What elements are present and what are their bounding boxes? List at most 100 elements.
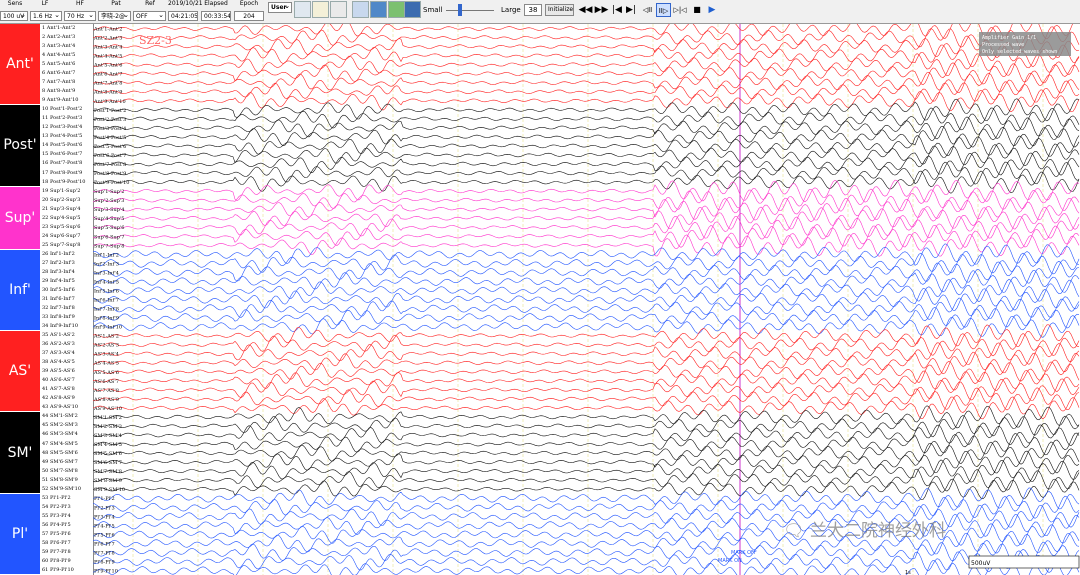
- channel-label[interactable]: 4 Ant'4-Ant'5: [42, 51, 75, 60]
- channel-label[interactable]: 35 AS'1-AS'2: [42, 331, 75, 340]
- channel-label[interactable]: 7 Ant'7-Ant'8: [42, 78, 75, 87]
- open-icon[interactable]: [294, 1, 311, 18]
- channel-label[interactable]: 28 Inf'3-Inf'4: [42, 268, 75, 277]
- channel-label[interactable]: 58 Pl'6-Pl'7: [42, 539, 71, 548]
- step-forward-button[interactable]: II▷: [656, 3, 671, 17]
- group-label-3[interactable]: Inf': [0, 249, 40, 332]
- lf-select[interactable]: 1.6 Hz: [30, 11, 62, 21]
- channel-label[interactable]: 39 AS'5-AS'6: [42, 367, 75, 376]
- channel-label[interactable]: 44 SM'1-SM'2: [42, 412, 78, 421]
- channel-label[interactable]: 49 SM'6-SM'7: [42, 458, 78, 467]
- sync-button[interactable]: ▷|◁: [673, 3, 687, 17]
- group-label-0[interactable]: Ant': [0, 24, 40, 106]
- montage-icon[interactable]: [404, 1, 421, 18]
- channel-label[interactable]: 32 Inf'7-Inf'8: [42, 304, 75, 313]
- gain-slider-track[interactable]: [446, 10, 494, 11]
- channel-label[interactable]: 18 Post'9-Post'10: [42, 178, 85, 187]
- channel-label[interactable]: 11 Post'2-Post'3: [42, 114, 82, 123]
- channel-label[interactable]: 42 AS'8-AS'9: [42, 394, 75, 403]
- channel-label[interactable]: 30 Inf'5-Inf'6: [42, 286, 75, 295]
- channel-label[interactable]: 51 SM'8-SM'9: [42, 476, 78, 485]
- ref-select[interactable]: OFF: [133, 11, 166, 21]
- channel-label[interactable]: 46 SM'3-SM'4: [42, 430, 78, 439]
- gain-value[interactable]: 38: [524, 4, 542, 16]
- channel-label[interactable]: 53 Pl'1-Pl'2: [42, 494, 71, 503]
- play-button[interactable]: ▶: [705, 3, 719, 17]
- channel-label[interactable]: 50 SM'7-SM'8: [42, 467, 78, 476]
- channel-label[interactable]: 2 Ant'2-Ant'3: [42, 33, 75, 42]
- channel-label[interactable]: 27 Inf'2-Inf'3: [42, 259, 75, 268]
- channel-label[interactable]: 54 Pl'2-Pl'3: [42, 503, 71, 512]
- channel-label[interactable]: 52 SM'9-SM'10: [42, 485, 81, 494]
- channel-label[interactable]: 57 Pl'5-Pl'6: [42, 530, 71, 539]
- channel-label[interactable]: 37 AS'3-AS'4: [42, 349, 75, 358]
- channel-label[interactable]: 60 Pl'8-Pl'9: [42, 557, 71, 566]
- channel-label[interactable]: 8 Ant'8-Ant'9: [42, 87, 75, 96]
- settings-icon[interactable]: [330, 1, 347, 18]
- channel-label[interactable]: 12 Post'3-Post'4: [42, 123, 82, 132]
- channel-label[interactable]: 61 Pl'9-Pl'10: [42, 566, 74, 575]
- group-label-4[interactable]: AS': [0, 331, 40, 413]
- channel-label[interactable]: 31 Inf'6-Inf'7: [42, 295, 75, 304]
- channel-label[interactable]: 43 AS'9-AS'10: [42, 403, 78, 412]
- channel-label[interactable]: 36 AS'2-AS'3: [42, 340, 75, 349]
- channel-label[interactable]: 55 Pl'3-Pl'4: [42, 512, 71, 521]
- channel-label[interactable]: 10 Post'1-Post'2: [42, 105, 82, 114]
- group-label-6[interactable]: Pl': [0, 493, 40, 575]
- channel-label[interactable]: 56 Pl'4-Pl'5: [42, 521, 71, 530]
- sens-select[interactable]: 100 uV: [0, 11, 28, 21]
- channel-label[interactable]: 48 SM'5-SM'6: [42, 449, 78, 458]
- user-menu[interactable]: User: [268, 2, 292, 13]
- channel-label[interactable]: 33 Inf'8-Inf'9: [42, 313, 75, 322]
- channel-label[interactable]: 38 AS'4-AS'5: [42, 358, 75, 367]
- channel-label[interactable]: 21 Sup'3-Sup'4: [42, 205, 80, 214]
- channel-label[interactable]: 9 Ant'9-Ant'10: [42, 96, 78, 105]
- group-label-2[interactable]: Sup': [0, 186, 40, 250]
- eeg-trace-area[interactable]: Ant'1-Ant'2 Ant'2-Ant'3 Ant'3-Ant'4 Ant'4-A…: [93, 24, 1080, 575]
- channel-label[interactable]: 45 SM'2-SM'3: [42, 421, 78, 430]
- initialize-button[interactable]: Initialize: [545, 4, 574, 16]
- channel-label[interactable]: 3 Ant'3-Ant'4: [42, 42, 75, 51]
- channel-label[interactable]: 41 AS'7-AS'8: [42, 385, 75, 394]
- channel-label[interactable]: 19 Sup'1-Sup'2: [42, 187, 80, 196]
- channel-label[interactable]: 24 Sup'6-Sup'7: [42, 232, 80, 241]
- channel-label[interactable]: 40 AS'6-AS'7: [42, 376, 75, 385]
- channel-label[interactable]: 22 Sup'4-Sup'5: [42, 214, 80, 223]
- stop-button[interactable]: ■: [691, 3, 703, 17]
- channel-label[interactable]: 47 SM'4-SM'5: [42, 440, 78, 449]
- channel-label[interactable]: 59 Pl'7-Pl'8: [42, 548, 71, 557]
- print-icon[interactable]: [352, 1, 369, 18]
- first-page-button[interactable]: |◀: [611, 3, 623, 17]
- channel-label[interactable]: 25 Sup'7-Sup'8: [42, 241, 80, 250]
- seizure-annotation[interactable]: SZ2-3: [139, 34, 172, 47]
- channel-label[interactable]: 5 Ant'5-Ant'6: [42, 60, 75, 69]
- channel-label[interactable]: 1 Ant'1-Ant'2: [42, 24, 75, 33]
- fast-forward-button[interactable]: ▶▶: [594, 3, 609, 17]
- fast-back-button[interactable]: ◀◀: [578, 3, 593, 17]
- pat-select[interactable]: 李晓-2@: [98, 11, 131, 21]
- gain-slider-thumb[interactable]: [458, 4, 462, 16]
- export-icon[interactable]: [388, 1, 405, 18]
- map-icon[interactable]: [370, 1, 387, 18]
- channel-label[interactable]: 29 Inf'4-Inf'5: [42, 277, 75, 286]
- channel-label[interactable]: 26 Inf'1-Inf'2: [42, 250, 75, 259]
- last-page-button[interactable]: ▶|: [625, 3, 637, 17]
- trace-channel-label: Post'1-Post'2: [94, 108, 126, 114]
- group-label-1[interactable]: Post': [0, 105, 40, 187]
- edit-icon[interactable]: [312, 1, 329, 18]
- group-label-5[interactable]: SM': [0, 412, 40, 494]
- trace-channel-label: Pl'9-Pl'10: [94, 569, 118, 575]
- hf-select[interactable]: 70 Hz: [64, 11, 96, 21]
- channel-label[interactable]: 17 Post'8-Post'9: [42, 169, 82, 178]
- eeg-trace: [93, 107, 1080, 131]
- channel-label[interactable]: 13 Post'4-Post'5: [42, 132, 82, 141]
- channel-label[interactable]: 23 Sup'5-Sup'6: [42, 223, 80, 232]
- channel-label[interactable]: 34 Inf'9-Inf'10: [42, 322, 78, 331]
- epoch-field[interactable]: 204: [234, 11, 264, 21]
- channel-label[interactable]: 20 Sup'2-Sup'3: [42, 196, 80, 205]
- channel-label[interactable]: 14 Post'5-Post'6: [42, 141, 82, 150]
- channel-label[interactable]: 15 Post'6-Post'7: [42, 150, 82, 159]
- step-back-button[interactable]: ◁II: [640, 3, 655, 17]
- channel-label[interactable]: 16 Post'7-Post'8: [42, 159, 82, 168]
- channel-label[interactable]: 6 Ant'6-Ant'7: [42, 69, 75, 78]
